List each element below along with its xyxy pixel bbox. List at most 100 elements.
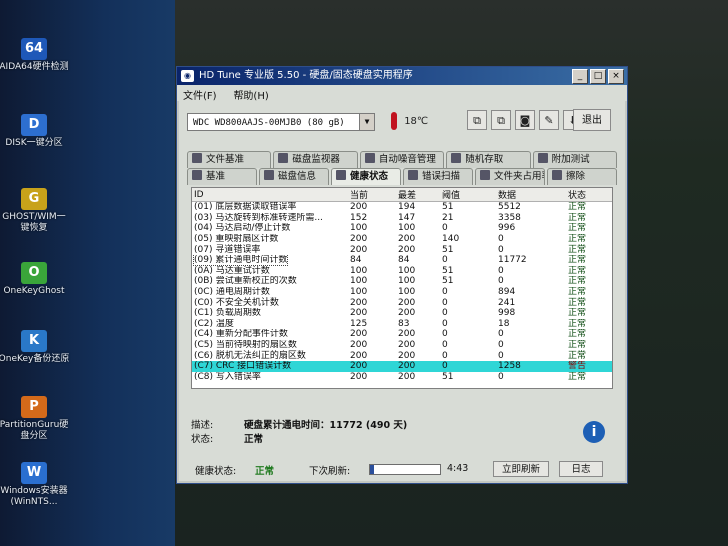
raw-data: 996 [496,223,566,234]
worst-value-text: 200 [398,297,416,308]
desktop-icon-label: Windows安装器(WinNTS... [0,486,68,507]
copy-info-button[interactable]: ⧉ [467,110,487,130]
copy-icon: ⧉ [473,114,481,127]
exit-button[interactable]: 退出 [573,109,611,131]
attribute-name-text: (C6) 脱机无法纠正的扇区数 [194,350,306,361]
raw-data: 894 [496,287,566,298]
tab-icon [480,170,490,180]
tab[interactable]: 随机存取 [446,151,531,168]
copy-all-icon: ⧉ [497,114,505,127]
header-id[interactable]: ID [192,188,348,202]
copy-all-button[interactable]: ⧉ [491,110,511,130]
status-value: 正常 [566,319,612,330]
hdtune-app-icon: ◉ [181,70,194,82]
minimize-button[interactable]: _ [572,69,588,84]
drive-select[interactable]: WDC WD800AAJS-00MJB0 (80 gB) ▼ [187,113,375,131]
raw-data: 0 [496,234,566,245]
maximize-button[interactable]: □ [590,69,606,84]
attribute-name: (09) 累计通电时间计数 [192,254,348,266]
desktop-icon[interactable]: W Windows安装器(WinNTS... [0,462,70,508]
header-worst[interactable]: 最差 [396,188,440,202]
refresh-progress-fill [370,465,374,474]
table-row[interactable]: (03) 马达旋转到标准转速所需... 152 147 21 3358 正常 [192,213,612,224]
desktop-app-icon: P [21,396,47,418]
table-row[interactable]: (0A) 马达重试计数 100 100 51 0 正常 [192,266,612,277]
worst-value: 83 [396,319,440,330]
current-value-text: 200 [350,371,368,382]
attribute-name-text: (07) 寻道错误率 [194,244,261,255]
tab-label: 文件夹占用率 [494,171,544,182]
screenshot-button[interactable]: ◙ [515,110,535,130]
raw-data-text: 0 [498,234,504,245]
menu-help[interactable]: 帮助(H) [227,85,276,102]
threshold-value: 0 [440,308,496,319]
attribute-name: (0A) 马达重试计数 [192,266,348,277]
header-threshold[interactable]: 阈值 [440,188,496,202]
options-button[interactable]: ✎ [539,110,559,130]
attribute-name-text: (C8) 写入错误率 [194,371,261,382]
tab[interactable]: 健康状态 [331,168,401,185]
header-status[interactable]: 状态 [566,188,612,202]
tab-icon [552,170,562,180]
current-value-text: 125 [350,318,368,329]
current-value: 125 [348,319,396,330]
log-button[interactable]: 日志 [559,461,603,477]
table-row[interactable]: (05) 重映射扇区计数 200 200 140 0 正常 [192,234,612,245]
current-value: 100 [348,266,396,277]
desktop-icon[interactable]: 64 AIDA64硬件检测 [0,38,70,73]
tab[interactable]: 文件夹占用率 [475,168,545,185]
table-row[interactable]: (09) 累计通电时间计数 84 84 0 11772 正常 [192,254,612,266]
tab-label: 擦除 [566,171,586,182]
table-row[interactable]: (04) 马达启动/停止计数 100 100 0 996 正常 [192,223,612,234]
chevron-down-icon[interactable]: ▼ [359,114,374,130]
tab[interactable]: 自动噪音管理 [359,151,445,168]
tab[interactable]: 磁盘信息 [259,168,329,185]
desktop-app-icon: G [21,188,47,210]
threshold-value-text: 0 [442,297,448,308]
worst-value: 147 [396,213,440,224]
desktop-icon[interactable]: P PartitionGuru硬盘分区 [0,396,70,442]
desktop-app-icon: O [21,262,47,284]
table-row[interactable]: (0C) 通电周期计数 100 100 0 894 正常 [192,287,612,298]
status-value: 正常 [566,255,612,266]
worst-value: 200 [396,234,440,245]
desktop-icon[interactable]: K OneKey备份还原 [0,330,70,365]
menu-file[interactable]: 文件(F) [177,85,225,102]
health-table-container[interactable]: ID 当前 最差 阈值 数据 状态 (01) 底层数据读取错误率 200 194 51… [191,187,613,389]
worst-value-text: 194 [398,202,416,213]
current-value-text: 200 [350,244,368,255]
status-value-text: 正常 [568,276,587,287]
desktop-icon[interactable]: O OneKeyGhost [0,262,70,297]
table-row[interactable]: (0B) 尝试重新校正的次数 100 100 51 0 正常 [192,276,612,287]
table-row[interactable]: (C8) 写入错误率 200 200 51 0 正常 [192,372,612,383]
table-row[interactable]: (01) 底层数据读取错误率 200 194 51 5512 正常 [192,202,612,213]
tab[interactable]: 附加测试 [532,151,618,168]
close-button[interactable]: × [608,69,624,84]
table-row[interactable]: (C0) 不安全关机计数 200 200 0 241 正常 [192,297,612,308]
header-current[interactable]: 当前 [348,188,396,202]
worst-value: 200 [396,340,440,351]
title-bar[interactable]: ◉ HD Tune 专业版 5.50 - 硬盘/固态硬盘实用程序 _ □ × [177,67,627,85]
table-row[interactable]: (07) 寻道错误率 200 200 51 0 正常 [192,244,612,255]
desktop-icon[interactable]: G GHOST/WIM一键恢复 [0,188,70,234]
current-value-text: 100 [350,276,368,287]
table-row[interactable]: (C7) CRC 接口错误计数 200 200 0 1258 警告 [192,360,612,372]
info-icon[interactable]: i [583,421,605,443]
tab-icon [192,170,202,180]
tab[interactable]: 擦除 [547,168,617,185]
tab[interactable]: 错误扫描 [403,168,473,185]
table-row[interactable]: (C6) 脱机无法纠正的扇区数 200 200 0 0 正常 [192,350,612,361]
tab[interactable]: 文件基准 [187,151,272,168]
desktop-icon[interactable]: D DISK一键分区 [0,114,70,149]
refresh-now-button[interactable]: 立即刷新 [493,461,549,477]
tab[interactable]: 磁盘监视器 [273,151,358,168]
table-row[interactable]: (C5) 当前待映射的扇区数 200 200 0 0 正常 [192,340,612,351]
table-row[interactable]: (C4) 重新分配事件计数 200 200 0 0 正常 [192,329,612,340]
tab-label: 自动噪音管理 [378,154,436,165]
desktop-icon-label: OneKey备份还原 [0,354,70,364]
table-row[interactable]: (C2) 温度 125 83 0 18 正常 [192,319,612,330]
tab[interactable]: 基准 [187,168,257,185]
desktop-app-icon: W [21,462,47,484]
header-data[interactable]: 数据 [496,188,566,202]
table-row[interactable]: (C1) 负载周期数 200 200 0 998 正常 [192,308,612,319]
